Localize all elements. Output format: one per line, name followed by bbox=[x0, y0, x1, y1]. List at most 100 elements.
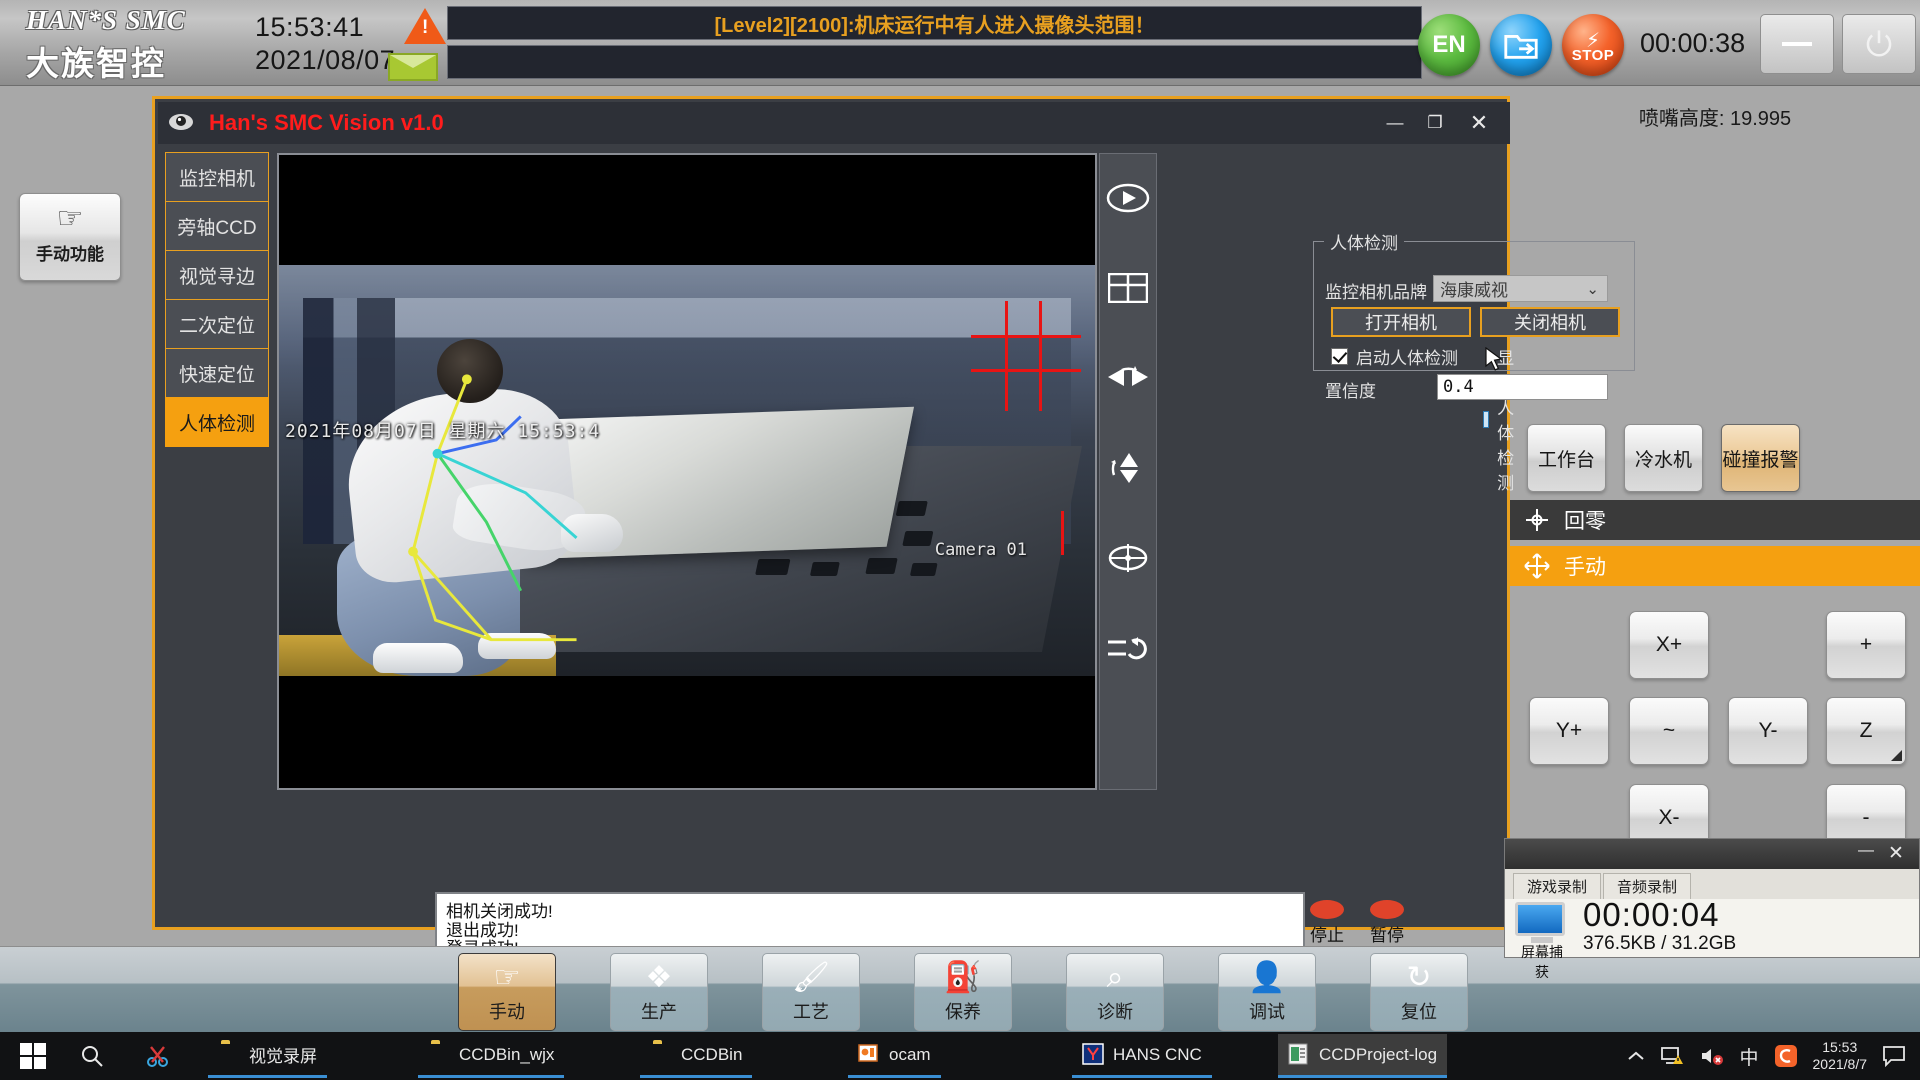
vision-tab-quick-positioning[interactable]: 快速定位 bbox=[165, 348, 269, 398]
taskbar-app-ocam[interactable]: ocam bbox=[848, 1034, 941, 1078]
taskbar-app-ccdbin[interactable]: CCDBin bbox=[640, 1034, 753, 1078]
folder-export-icon[interactable] bbox=[1490, 14, 1552, 76]
camera-icon bbox=[167, 112, 195, 134]
bottom-navigation: ☞ 手动 ❖ 生产 🖌 工艺 ⛽ 保养 ⌕ 诊断 👤 调试 ↻ 复位 bbox=[0, 946, 1920, 1032]
vision-tab-human-detection[interactable]: 人体检测 bbox=[165, 397, 269, 447]
snipping-tool-icon[interactable] bbox=[138, 1040, 178, 1072]
vision-minimize-button[interactable]: — bbox=[1378, 108, 1412, 138]
brand-logo: HAN*S SMC 大族智控 bbox=[26, 5, 236, 85]
jog-y-plus-button[interactable]: Y+ bbox=[1529, 697, 1609, 765]
video-preview-frame[interactable]: 2021年08月07日 星期六 15:53:4 Camera 01 bbox=[277, 153, 1097, 790]
hand-touch-icon: ☞ bbox=[56, 202, 84, 235]
alarm-row-secondary bbox=[447, 45, 1422, 79]
log-line: 相机关闭成功! bbox=[446, 902, 553, 921]
network-warning-icon[interactable] bbox=[1661, 1046, 1685, 1066]
chiller-button[interactable]: 冷水机 bbox=[1624, 424, 1703, 492]
vision-tab-paraxial-ccd[interactable]: 旁轴CCD bbox=[165, 201, 269, 251]
open-camera-button[interactable]: 打开相机 bbox=[1331, 307, 1471, 337]
vision-maximize-button[interactable]: ❐ bbox=[1418, 108, 1452, 138]
language-button[interactable]: EN bbox=[1418, 14, 1480, 76]
jog-y-minus-button[interactable]: Y- bbox=[1728, 697, 1808, 765]
collision-alarm-button[interactable]: 碰撞报警 bbox=[1721, 424, 1800, 492]
taskbar-app-label: CCDBin bbox=[681, 1044, 743, 1064]
collision-alarm-label: 碰撞报警 bbox=[1722, 449, 1799, 471]
worktable-button[interactable]: 工作台 bbox=[1527, 424, 1606, 492]
close-camera-button[interactable]: 关闭相机 bbox=[1480, 307, 1620, 337]
ocam-icon bbox=[858, 1043, 880, 1067]
enable-detection-label: 启动人体检测 bbox=[1356, 349, 1458, 368]
power-icon bbox=[1866, 30, 1892, 57]
jog-plus-button[interactable]: + bbox=[1826, 611, 1906, 679]
chiller-label: 冷水机 bbox=[1634, 449, 1692, 471]
stop-run-button[interactable]: 停止 bbox=[1310, 900, 1344, 946]
warning-triangle-icon[interactable]: ! bbox=[404, 8, 446, 44]
taskbar-app-shijue-luping[interactable]: 视觉录屏 bbox=[208, 1034, 327, 1078]
system-tray: 中 15:53 2021/8/7 bbox=[1611, 1032, 1920, 1080]
confidence-input[interactable]: 0.4 bbox=[1437, 374, 1608, 400]
jog-minus-label: - bbox=[1862, 806, 1870, 829]
power-button[interactable] bbox=[1842, 14, 1916, 74]
nav-reset[interactable]: ↻ 复位 bbox=[1370, 953, 1468, 1031]
vision-tab-monitor-camera[interactable]: 监控相机 bbox=[165, 152, 269, 202]
vision-tab-edge-finding[interactable]: 视觉寻边 bbox=[165, 250, 269, 300]
mouse-cursor bbox=[1485, 347, 1503, 371]
jog-x-plus-button[interactable]: X+ bbox=[1629, 611, 1709, 679]
manual-function-button[interactable]: ☞ 手动功能 bbox=[19, 193, 121, 281]
ocam-close-button[interactable]: ✕ bbox=[1883, 842, 1909, 865]
volume-muted-icon[interactable] bbox=[1700, 1046, 1724, 1066]
taskbar-app-hans-cnc[interactable]: HANS CNC bbox=[1072, 1034, 1212, 1078]
nav-production-label: 生产 bbox=[641, 1002, 677, 1022]
camera-brand-select[interactable]: 海康威视 ⌄ bbox=[1433, 275, 1608, 302]
ocam-minimize-button[interactable]: — bbox=[1853, 842, 1879, 860]
ime-indicator[interactable]: 中 bbox=[1739, 1043, 1758, 1070]
taskbar-app-ccdbin-wjx[interactable]: CCDBin_wjx bbox=[418, 1034, 565, 1078]
window-minimize-button[interactable] bbox=[1760, 14, 1834, 74]
nav-debug[interactable]: 👤 调试 bbox=[1218, 953, 1316, 1031]
chevron-up-icon[interactable] bbox=[1626, 1049, 1646, 1063]
taskbar-clock[interactable]: 15:53 2021/8/7 bbox=[1813, 1039, 1868, 1073]
nav-production[interactable]: ❖ 生产 bbox=[610, 953, 708, 1031]
move-arrows-icon bbox=[1524, 553, 1550, 579]
detected-person bbox=[320, 338, 623, 676]
sogou-icon[interactable] bbox=[1774, 1044, 1798, 1068]
mail-icon[interactable] bbox=[388, 53, 438, 81]
nav-maintenance[interactable]: ⛽ 保养 bbox=[914, 953, 1012, 1031]
jog-tilde-label: ~ bbox=[1662, 719, 1676, 742]
ocam-title-bar[interactable]: — ✕ bbox=[1505, 839, 1919, 869]
flip-vertical-icon[interactable] bbox=[1105, 446, 1151, 490]
reset-lines-icon[interactable] bbox=[1105, 626, 1151, 670]
mode-home-row[interactable]: 回零 bbox=[1510, 500, 1920, 540]
video-feed: 2021年08月07日 星期六 15:53:4 Camera 01 bbox=[279, 155, 1095, 788]
confidence-label: 置信度 bbox=[1325, 382, 1376, 401]
pause-run-button[interactable]: 暂停 bbox=[1370, 900, 1404, 946]
folder-icon bbox=[428, 1043, 450, 1067]
emergency-stop-button[interactable]: ⚡ STOP bbox=[1562, 14, 1624, 76]
alarm-banner[interactable]: [Level2][2100]:机床运行中有人进入摄像头范围！ bbox=[447, 6, 1422, 79]
brand-name-cn: 大族智控 bbox=[26, 45, 166, 82]
blocks-icon: ❖ bbox=[645, 961, 673, 994]
taskbar-app-ccdproject-log[interactable]: CCDProject-log bbox=[1278, 1034, 1448, 1078]
jog-tilde-button[interactable]: ~ bbox=[1629, 697, 1709, 765]
nav-diagnostics[interactable]: ⌕ 诊断 bbox=[1066, 953, 1164, 1031]
flip-horizontal-icon[interactable] bbox=[1105, 356, 1151, 400]
vision-title-bar[interactable]: Han's SMC Vision v1.0 — ❐ ✕ bbox=[158, 102, 1510, 144]
nav-process[interactable]: 🖌 工艺 bbox=[762, 953, 860, 1031]
windows-start-icon[interactable] bbox=[10, 1040, 56, 1072]
log-line: 退出成功! bbox=[446, 920, 519, 940]
vision-close-button[interactable]: ✕ bbox=[1462, 108, 1496, 138]
search-icon[interactable] bbox=[72, 1040, 112, 1072]
vision-tab-secondary-positioning[interactable]: 二次定位 bbox=[165, 299, 269, 349]
grid-layout-icon[interactable] bbox=[1105, 266, 1151, 310]
windows-taskbar: 视觉录屏 CCDBin_wjx CCDBin ocam HANS CNC CCD… bbox=[0, 1032, 1920, 1080]
mode-manual-row[interactable]: 手动 bbox=[1510, 546, 1920, 586]
vision-title: Han's SMC Vision v1.0 bbox=[209, 110, 444, 135]
center-crosshair-icon[interactable] bbox=[1105, 536, 1151, 580]
jog-z-button[interactable]: Z bbox=[1826, 697, 1906, 765]
nav-manual[interactable]: ☞ 手动 bbox=[458, 953, 556, 1031]
play-icon[interactable] bbox=[1105, 176, 1151, 220]
screen-capture-button[interactable]: 屏幕捕获 bbox=[1515, 902, 1569, 982]
stop-circle-icon bbox=[1310, 900, 1344, 919]
ocam-elapsed-time: 00:00:04 bbox=[1583, 896, 1720, 933]
enable-detection-checkbox[interactable]: 启动人体检测 bbox=[1331, 344, 1458, 369]
notification-icon[interactable] bbox=[1882, 1045, 1906, 1067]
